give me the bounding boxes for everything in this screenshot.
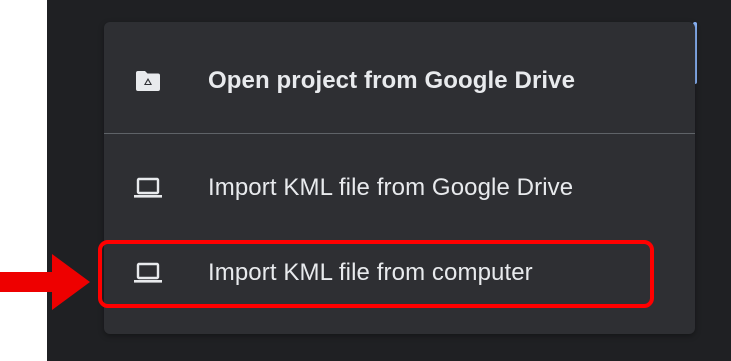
menu-divider: [104, 133, 695, 134]
menu-item-label: Import KML file from Google Drive: [208, 174, 574, 201]
screenshot-stage: Open project from Google Drive Import KM…: [0, 0, 731, 361]
red-arrow-right-icon: [0, 254, 90, 310]
menu-item-label: Open project from Google Drive: [208, 67, 576, 94]
google-drive-folder-icon: [134, 69, 162, 93]
menu-item-import-kml-drive[interactable]: Import KML file from Google Drive: [104, 156, 695, 220]
laptop-icon: [134, 176, 162, 200]
menu-item-open-project-drive[interactable]: Open project from Google Drive: [104, 49, 695, 113]
highlight-box: [98, 240, 654, 308]
